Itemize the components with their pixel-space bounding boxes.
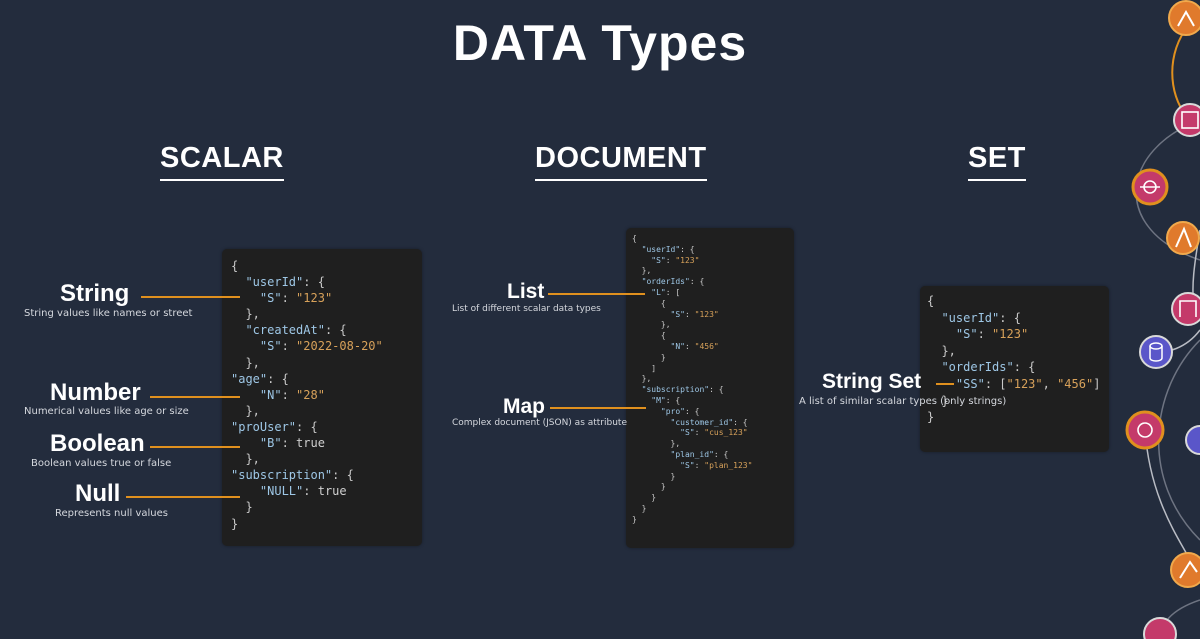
api-gateway-icon (1171, 292, 1200, 326)
label-number: Number (50, 379, 141, 406)
section-scalar-heading: SCALAR (160, 142, 284, 181)
desc-string-set: A list of similar scalar types (only str… (799, 396, 1007, 407)
desc-string: String values like names or street (24, 308, 193, 319)
api-gateway-icon (1173, 103, 1200, 137)
desc-boolean: Boolean values true or false (31, 458, 172, 469)
label-map: Map (503, 395, 545, 418)
sns-icon (1185, 425, 1200, 455)
desc-null: Represents null values (55, 508, 168, 519)
connector-list (548, 293, 645, 295)
api-gateway-icon (1143, 617, 1177, 639)
connector-string (141, 296, 240, 298)
desc-list: List of different scalar data types (452, 304, 601, 314)
connector-map (550, 407, 646, 409)
connector-number (150, 396, 240, 398)
set-code-block: { "userId": { "S": "123" }, "orderIds": … (920, 286, 1109, 452)
step-functions-icon (1131, 168, 1169, 206)
connector-string-set (936, 383, 954, 385)
page-title: DATA Types (452, 15, 748, 71)
desc-number: Numerical values like age or size (24, 406, 189, 417)
lambda-icon (1170, 552, 1200, 588)
section-document-heading: DOCUMENT (535, 142, 707, 181)
label-string: String (60, 280, 130, 307)
lambda-icon (1166, 221, 1200, 255)
label-null: Null (75, 480, 121, 507)
section-set-heading: SET (968, 142, 1026, 181)
eventbridge-icon (1125, 410, 1165, 450)
label-list: List (507, 280, 545, 303)
document-code-block: { "userId": { "S": "123" }, "orderIds": … (626, 228, 794, 548)
desc-map: Complex document (JSON) as attribute (452, 418, 627, 428)
label-boolean: Boolean (50, 430, 145, 457)
connector-null (126, 496, 240, 498)
dynamodb-icon (1139, 335, 1173, 369)
scalar-code-block: { "userId": { "S": "123" }, "createdAt":… (222, 249, 422, 546)
label-string-set: String Set (822, 370, 922, 393)
connector-boolean (150, 446, 240, 448)
